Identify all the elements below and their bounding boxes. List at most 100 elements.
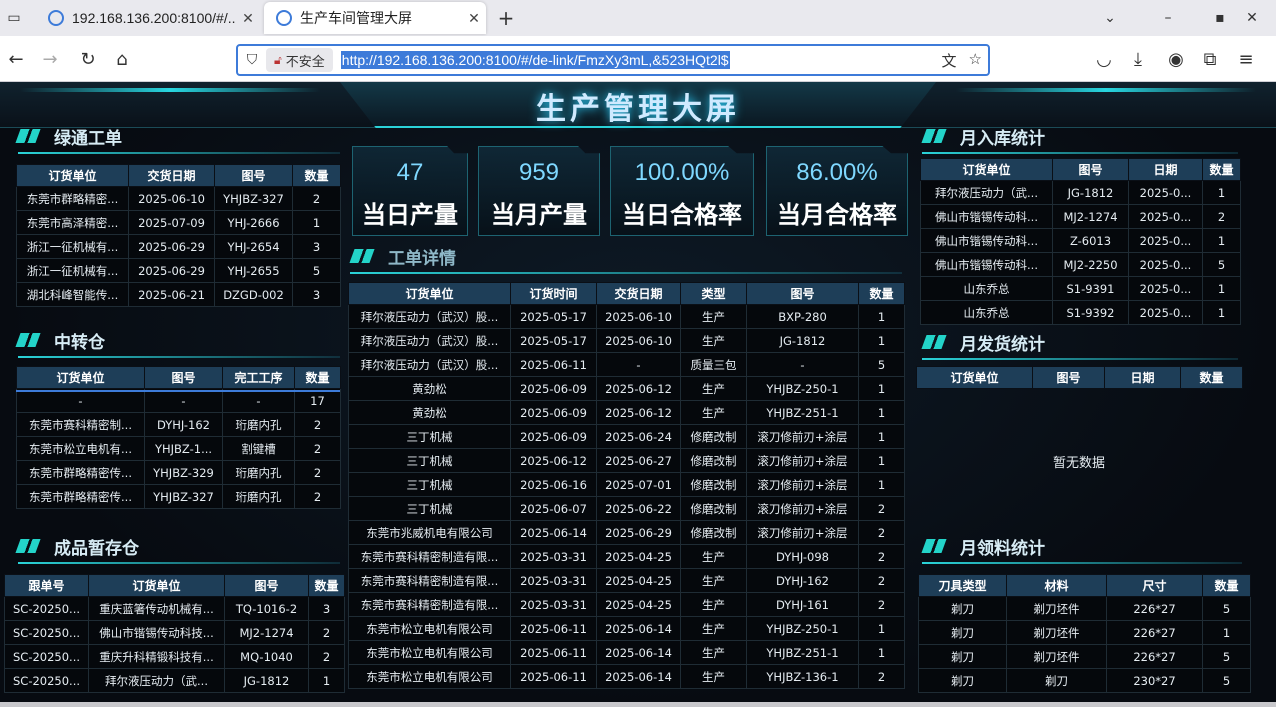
- table-row[interactable]: 三丁机械 2025-06-07 2025-06-22 修磨改制 滚刀修前刃+涂层 2: [348, 496, 905, 521]
- column-header[interactable]: 数量: [1180, 366, 1243, 389]
- column-header[interactable]: 跟单号: [4, 574, 89, 597]
- table-row[interactable]: 拜尔液压动力（武汉）股... 2025-05-17 2025-06-10 生产 BXP-…: [348, 304, 905, 329]
- table-row[interactable]: 剃刀 剃刀 230*27 5: [918, 668, 1251, 693]
- close-window-button[interactable]: ✕: [1240, 6, 1264, 30]
- table-row[interactable]: 东莞市松立电机有限公司 2025-06-11 2025-06-14 生产 YHJBZ-2…: [348, 616, 905, 641]
- close-icon[interactable]: ✕: [462, 10, 486, 27]
- table-row[interactable]: 剃刀 剃刀坯件 226*27 5: [918, 644, 1251, 669]
- table-row[interactable]: 东莞市兆威机电有限公司 2025-06-14 2025-06-29 修磨改制 滚刀修前刃…: [348, 520, 905, 545]
- browser-tab-2[interactable]: 生产车间管理大屏 ✕: [264, 2, 486, 34]
- dashboard-title: 生产管理大屏: [536, 92, 740, 127]
- table-cell: 2025-06-09: [510, 424, 597, 449]
- table-row[interactable]: SC-20250... 重庆蓝箸传动机械有... TQ-1016-2 3: [4, 596, 345, 621]
- download-icon[interactable]: ⤓: [1126, 48, 1150, 72]
- table-row[interactable]: 佛山市锴锡传动科... Z-6013 2025-0... 1: [920, 228, 1241, 253]
- column-header[interactable]: 图号: [224, 574, 309, 597]
- minimize-button[interactable]: –: [1156, 6, 1180, 30]
- table-row[interactable]: 东莞市群略精密... 2025-06-10 YHJBZ-327 2: [16, 186, 341, 211]
- column-header[interactable]: 订货单位: [88, 574, 225, 597]
- insecure-badge[interactable]: 🔓︎ 不安全: [266, 48, 333, 72]
- translate-icon[interactable]: 文: [942, 50, 957, 71]
- table-row[interactable]: 东莞市赛科精密制造有限... 2025-03-31 2025-04-25 生产 DYHJ…: [348, 544, 905, 569]
- extensions-icon[interactable]: ⧉: [1198, 48, 1222, 72]
- column-header[interactable]: 订货单位: [16, 366, 145, 389]
- table-row[interactable]: 剃刀 剃刀坯件 226*27 5: [918, 596, 1251, 621]
- table-row[interactable]: 东莞市群略精密传... YHJBZ-327 珩磨内孔 2: [16, 484, 341, 509]
- column-header[interactable]: 尺寸: [1106, 574, 1203, 597]
- column-header[interactable]: 数量: [294, 366, 341, 389]
- back-arrow-icon[interactable]: ←: [4, 48, 28, 72]
- column-header[interactable]: 订货时间: [510, 282, 597, 305]
- menu-icon[interactable]: ≡: [1234, 48, 1258, 72]
- table-row[interactable]: 拜尔液压动力（武... JG-1812 2025-0... 1: [920, 180, 1241, 205]
- column-header[interactable]: 日期: [1128, 158, 1203, 181]
- home-icon[interactable]: ⌂: [110, 48, 134, 72]
- table-row[interactable]: 剃刀 剃刀坯件 226*27 1: [918, 620, 1251, 645]
- column-header[interactable]: 数量: [292, 164, 341, 187]
- shield-icon[interactable]: ⛉: [238, 52, 266, 68]
- column-header[interactable]: 图号: [1032, 366, 1105, 389]
- table-row[interactable]: 拜尔液压动力（武汉）股... 2025-05-17 2025-06-10 生产 JG-1…: [348, 328, 905, 353]
- table-row[interactable]: 浙江一征机械有... 2025-06-29 YHJ-2655 5: [16, 258, 341, 283]
- reload-icon[interactable]: ↻: [76, 48, 100, 72]
- column-header[interactable]: 交货日期: [596, 282, 681, 305]
- column-header[interactable]: 数量: [1202, 158, 1241, 181]
- column-header[interactable]: 图号: [214, 164, 293, 187]
- close-icon[interactable]: ✕: [236, 10, 260, 27]
- table-row[interactable]: SC-20250... 拜尔液压动力（武... JG-1812 1: [4, 668, 345, 693]
- table-row[interactable]: 东莞市松立电机有限公司 2025-06-11 2025-06-14 生产 YHJBZ-2…: [348, 640, 905, 665]
- column-header[interactable]: 订货单位: [348, 282, 511, 305]
- column-header[interactable]: 订货单位: [920, 158, 1053, 181]
- column-header[interactable]: 订货单位: [916, 366, 1033, 389]
- column-header[interactable]: 完工工序: [222, 366, 295, 389]
- table-row[interactable]: 黄劲松 2025-06-09 2025-06-12 生产 YHJBZ-251-1 1: [348, 400, 905, 425]
- table-row[interactable]: 拜尔液压动力（武汉）股... 2025-06-11- 质量三包 -5: [348, 352, 905, 377]
- column-header[interactable]: 数量: [308, 574, 345, 597]
- table-row[interactable]: 浙江一征机械有... 2025-06-29 YHJ-2654 3: [16, 234, 341, 259]
- column-header[interactable]: 类型: [680, 282, 747, 305]
- browser-tab-1[interactable]: 192.168.136.200:8100/#/... ✕: [36, 2, 260, 34]
- table-row[interactable]: - - -17: [16, 388, 341, 413]
- table-row[interactable]: 东莞市赛科精密制造有限... 2025-03-31 2025-04-25 生产 DYHJ…: [348, 592, 905, 617]
- column-header[interactable]: 订货单位: [16, 164, 129, 187]
- table-row[interactable]: 三丁机械 2025-06-16 2025-07-01 修磨改制 滚刀修前刃+涂层 1: [348, 472, 905, 497]
- column-header[interactable]: 日期: [1104, 366, 1181, 389]
- table-row[interactable]: 东莞市群略精密传... YHJBZ-329 珩磨内孔 2: [16, 460, 341, 485]
- table-row[interactable]: 湖北科峰智能传... 2025-06-21 DZGD-002 3: [16, 282, 341, 307]
- url-text[interactable]: http://192.168.136.200:8100/#/de-link/Fm…: [340, 51, 730, 69]
- table-cell: 2025-06-07: [510, 496, 597, 521]
- table-cell: 滚刀修前刃+涂层: [746, 424, 859, 449]
- table-row[interactable]: 三丁机械 2025-06-12 2025-06-27 修磨改制 滚刀修前刃+涂层 1: [348, 448, 905, 473]
- column-header[interactable]: 图号: [1052, 158, 1129, 181]
- column-header[interactable]: 图号: [746, 282, 859, 305]
- column-header[interactable]: 数量: [858, 282, 905, 305]
- table-row[interactable]: 东莞市赛科精密制... DYHJ-162 珩磨内孔 2: [16, 412, 341, 437]
- maximize-button[interactable]: ▪: [1208, 6, 1232, 30]
- table-row[interactable]: 山东乔总 S1-9392 2025-0... 1: [920, 300, 1241, 325]
- column-header[interactable]: 交货日期: [128, 164, 215, 187]
- column-header[interactable]: 刀具类型: [918, 574, 1007, 597]
- table-row[interactable]: 东莞市高泽精密... 2025-07-09 YHJ-2666 1: [16, 210, 341, 235]
- table-row[interactable]: 黄劲松 2025-06-09 2025-06-12 生产 YHJBZ-250-1 1: [348, 376, 905, 401]
- column-header[interactable]: 材料: [1006, 574, 1107, 597]
- pocket-icon[interactable]: ◡: [1092, 48, 1116, 72]
- column-header[interactable]: 数量: [1202, 574, 1251, 597]
- table-cell: 剃刀: [918, 620, 1007, 645]
- table-row[interactable]: 三丁机械 2025-06-09 2025-06-24 修磨改制 滚刀修前刃+涂层 1: [348, 424, 905, 449]
- forward-arrow-icon[interactable]: →: [38, 48, 62, 72]
- url-bar[interactable]: ⛉ 🔓︎ 不安全 http://192.168.136.200:8100/#/d…: [236, 44, 990, 76]
- column-header[interactable]: 图号: [144, 366, 223, 389]
- new-tab-button[interactable]: +: [494, 6, 518, 30]
- table-row[interactable]: 山东乔总 S1-9391 2025-0... 1: [920, 276, 1241, 301]
- chevron-down-icon[interactable]: ⌄: [1098, 6, 1122, 30]
- table-row[interactable]: 东莞市赛科精密制造有限... 2025-03-31 2025-04-25 生产 DYHJ…: [348, 568, 905, 593]
- table-row[interactable]: SC-20250... 佛山市锴锡传动科技... MJ2-1274 2: [4, 620, 345, 645]
- tab-list-icon[interactable]: ▭: [4, 8, 24, 28]
- table-row[interactable]: 东莞市松立电机有... YHJBZ-1... 割键槽 2: [16, 436, 341, 461]
- table-row[interactable]: SC-20250... 重庆升科精锻科技有... MQ-1040 2: [4, 644, 345, 669]
- table-row[interactable]: 佛山市锴锡传动科... MJ2-1274 2025-0... 2: [920, 204, 1241, 229]
- table-row[interactable]: 佛山市锴锡传动科... MJ2-2250 2025-0... 5: [920, 252, 1241, 277]
- table-row[interactable]: 东莞市松立电机有限公司 2025-06-11 2025-06-14 生产 YHJBZ-1…: [348, 664, 905, 689]
- account-icon[interactable]: ◉: [1164, 48, 1188, 72]
- bookmark-star-icon[interactable]: ☆: [969, 50, 982, 71]
